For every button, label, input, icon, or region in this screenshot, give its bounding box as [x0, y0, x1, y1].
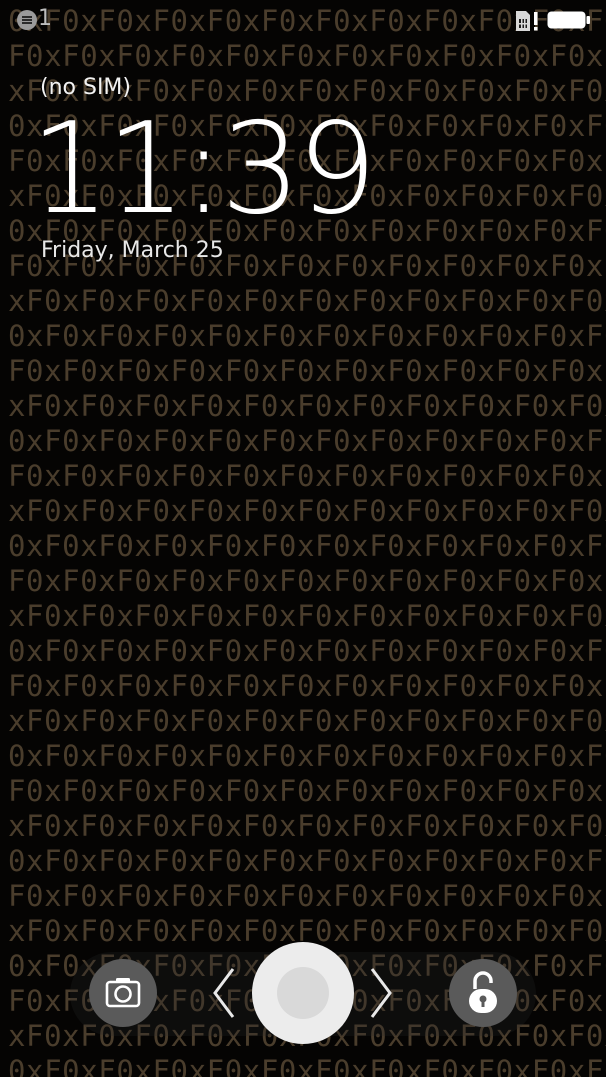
camera-button[interactable] — [89, 959, 157, 1027]
wallpaper-text-row: F0xF0xF0xF0xF0xF0xF0xF0xF0xF0xF0xF0xF0xF… — [8, 879, 606, 913]
status-bar: 1 — [0, 0, 606, 40]
chevron-right-icon — [370, 968, 392, 1018]
wallpaper-text-row: xF0xF0xF0xF0xF0xF0xF0xF0xF0xF0xF0xF0xF0x… — [8, 494, 606, 528]
unlock-icon — [469, 971, 497, 1013]
wallpaper-text-row: 0xF0xF0xF0xF0xF0xF0xF0xF0xF0xF0xF0xF0xF0… — [8, 319, 606, 353]
sim-alert-icon — [516, 11, 538, 31]
wallpaper-text-row: 0xF0xF0xF0xF0xF0xF0xF0xF0xF0xF0xF0xF0xF0… — [8, 424, 606, 458]
lockscreen: 0xF0xF0xF0xF0xF0xF0xF0xF0xF0xF0xF0xF0xF0… — [0, 0, 606, 1077]
wallpaper-text-row: 0xF0xF0xF0xF0xF0xF0xF0xF0xF0xF0xF0xF0xF0… — [8, 739, 606, 773]
wallpaper-text-row: F0xF0xF0xF0xF0xF0xF0xF0xF0xF0xF0xF0xF0xF… — [8, 354, 606, 388]
battery-full-icon — [547, 11, 590, 29]
camera-icon — [105, 978, 141, 1008]
wallpaper-text-row: F0xF0xF0xF0xF0xF0xF0xF0xF0xF0xF0xF0xF0xF… — [8, 774, 606, 808]
lockscreen-clock: 11:39 — [30, 95, 377, 242]
notification-count: 1 — [38, 6, 52, 31]
lockscreen-date: Friday, March 25 — [41, 238, 224, 263]
wallpaper-text-row: F0xF0xF0xF0xF0xF0xF0xF0xF0xF0xF0xF0xF0xF… — [8, 669, 606, 703]
wallpaper-text-row: 0xF0xF0xF0xF0xF0xF0xF0xF0xF0xF0xF0xF0xF0… — [8, 1054, 606, 1077]
unlock-slider-handle[interactable] — [252, 942, 354, 1044]
wallpaper-text-row: xF0xF0xF0xF0xF0xF0xF0xF0xF0xF0xF0xF0xF0x… — [8, 599, 606, 633]
wallpaper-text-row: F0xF0xF0xF0xF0xF0xF0xF0xF0xF0xF0xF0xF0xF… — [8, 564, 606, 598]
wallpaper-text-row: 0xF0xF0xF0xF0xF0xF0xF0xF0xF0xF0xF0xF0xF0… — [8, 634, 606, 668]
wallpaper-text-row: xF0xF0xF0xF0xF0xF0xF0xF0xF0xF0xF0xF0xF0x… — [8, 284, 606, 318]
wallpaper-text-row: F0xF0xF0xF0xF0xF0xF0xF0xF0xF0xF0xF0xF0xF… — [8, 459, 606, 493]
chevron-left-icon — [213, 968, 235, 1018]
wallpaper-text-row: xF0xF0xF0xF0xF0xF0xF0xF0xF0xF0xF0xF0xF0x… — [8, 389, 606, 423]
notifications-icon[interactable] — [17, 10, 37, 30]
wallpaper-text-row: xF0xF0xF0xF0xF0xF0xF0xF0xF0xF0xF0xF0xF0x… — [8, 704, 606, 738]
wallpaper-text-row: 0xF0xF0xF0xF0xF0xF0xF0xF0xF0xF0xF0xF0xF0… — [8, 844, 606, 878]
slider-handle-icon — [277, 967, 329, 1019]
wallpaper-text-row: F0xF0xF0xF0xF0xF0xF0xF0xF0xF0xF0xF0xF0xF… — [8, 39, 606, 73]
unlock-button[interactable] — [449, 959, 517, 1027]
wallpaper-text-row: 0xF0xF0xF0xF0xF0xF0xF0xF0xF0xF0xF0xF0xF0… — [8, 529, 606, 563]
wallpaper-text-row: xF0xF0xF0xF0xF0xF0xF0xF0xF0xF0xF0xF0xF0x… — [8, 809, 606, 843]
